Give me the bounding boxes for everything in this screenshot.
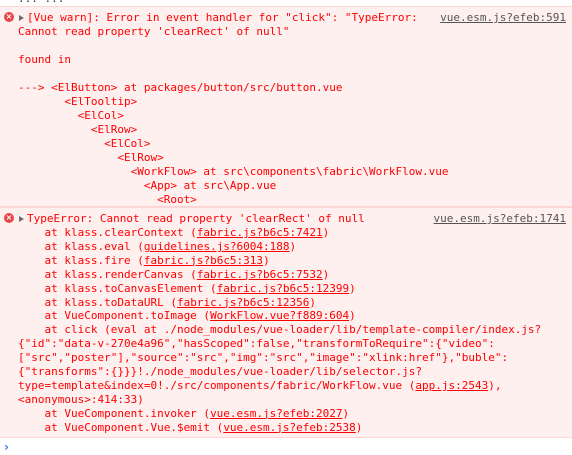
stack-frame-suffix: ) bbox=[349, 281, 356, 295]
stack-frame: ["src","poster"],"source":"src","img":"s… bbox=[18, 351, 508, 364]
stack-frame-text: ["src","poster"],"source":"src","img":"s… bbox=[18, 351, 509, 365]
console-message-type-error[interactable]: × TypeError: Cannot read property 'clear… bbox=[0, 207, 572, 438]
stack-frame: at klass.eval (guidelines.js?6004:188) bbox=[18, 240, 296, 253]
stack-frame-suffix: ) bbox=[289, 239, 297, 253]
prompt-chevron-icon: › bbox=[4, 440, 9, 454]
stack-frame-suffix: ) bbox=[322, 226, 330, 239]
stack-frame: at klass.fire (fabric.js?b6c5:313) bbox=[18, 253, 270, 267]
stack-frame: at klass.toCanvasElement (fabric.js?b6c5… bbox=[18, 281, 356, 295]
stack-frame: at klass.clearContext (fabric.js?b6c5:74… bbox=[18, 226, 329, 239]
warn-line: <WorkFlow> at src\components\fabric\Work… bbox=[18, 165, 449, 178]
stack-frame-text: at klass.fire ( bbox=[18, 253, 144, 267]
stack-frame-suffix: ) bbox=[342, 406, 350, 420]
expand-triangle-icon[interactable] bbox=[19, 216, 24, 222]
stack-frame: type=template&index=0!./src/components/f… bbox=[18, 379, 501, 392]
stack-frame-suffix: ) bbox=[349, 309, 356, 323]
stack-frame-text: {"id":"data-v-270e4a96","hasScoped":fals… bbox=[18, 337, 495, 351]
stack-frame-text: at klass.toDataURL ( bbox=[18, 295, 177, 309]
stack-frame-link[interactable]: vue.esm.js?efeb:2538 bbox=[223, 421, 355, 434]
stack-frame-link[interactable]: guidelines.js?6004:188 bbox=[144, 240, 290, 253]
warn-line: <Root> bbox=[18, 193, 197, 206]
warn-line: <ElTooltip> bbox=[18, 95, 138, 108]
stack-frame-link[interactable]: fabric.js?b6c5:7532 bbox=[197, 268, 323, 281]
source-link[interactable]: vue.esm.js?efeb:1741 bbox=[434, 212, 566, 225]
stack-frame-text: at VueComponent.Vue.$emit ( bbox=[18, 420, 224, 434]
warn-line: [Vue warn]: Error in event handler for "… bbox=[27, 11, 418, 24]
stack-frame-link[interactable]: fabric.js?b6c5:313 bbox=[144, 254, 263, 267]
warn-line: found in bbox=[18, 53, 71, 66]
stack-frame: at klass.toDataURL (fabric.js?b6c5:12356… bbox=[18, 296, 316, 309]
stack-frame-suffix: ) bbox=[322, 267, 330, 281]
stack-frame-link[interactable]: app.js:2543 bbox=[415, 379, 488, 392]
stack-frame-suffix: ) bbox=[355, 420, 363, 434]
console-prompt[interactable]: › bbox=[0, 438, 572, 455]
stack-frame: at VueComponent.Vue.$emit (vue.esm.js?ef… bbox=[18, 421, 362, 434]
stack-frame-suffix: ), bbox=[488, 378, 502, 392]
stack-frame: at klass.renderCanvas (fabric.js?b6c5:75… bbox=[18, 268, 329, 281]
error-header: TypeError: Cannot read property 'clearRe… bbox=[27, 212, 365, 225]
warn-line: Cannot read property 'clearRect' of null… bbox=[18, 25, 290, 38]
warn-line: <ElRow> bbox=[18, 151, 164, 164]
warn-line: <ElCol> bbox=[18, 137, 151, 150]
source-link[interactable]: vue.esm.js?efeb:591 bbox=[440, 11, 566, 24]
stack-frame-text: {"transforms":{}}}!./node_modules/vue-lo… bbox=[18, 365, 422, 378]
stack-frame-text: at klass.renderCanvas ( bbox=[18, 267, 197, 281]
stack-frame: at VueComponent.invoker (vue.esm.js?efeb… bbox=[18, 407, 349, 420]
stack-frame: {"transforms":{}}}!./node_modules/vue-lo… bbox=[18, 365, 422, 378]
stack-frame-link[interactable]: fabric.js?b6c5:12356 bbox=[177, 296, 309, 309]
stack-frame-text: type=template&index=0!./src/components/f… bbox=[18, 378, 416, 392]
error-icon: × bbox=[4, 12, 14, 22]
warn-line: <ElRow> bbox=[18, 123, 138, 136]
stack-frame: {"id":"data-v-270e4a96","hasScoped":fals… bbox=[18, 337, 495, 350]
warn-line: <App> at src\App.vue bbox=[18, 179, 277, 192]
stack-frame: at VueComponent.toImage (WorkFlow.vue?f8… bbox=[18, 309, 356, 323]
stack-frame-link[interactable]: WorkFlow.vue?f889:604 bbox=[210, 309, 349, 322]
stack-frame-link[interactable]: fabric.js?b6c5:7421 bbox=[197, 226, 323, 239]
stack-frame-text: at click (eval at ./node_modules/vue-loa… bbox=[18, 323, 542, 337]
expand-triangle-icon[interactable] bbox=[19, 15, 24, 21]
console-message-vue-warn[interactable]: × vue.esm.js?efeb:591 [Vue warn]: Error … bbox=[0, 6, 572, 207]
stack-frame-text: at VueComponent.invoker ( bbox=[18, 406, 211, 420]
stack-frame: at click (eval at ./node_modules/vue-loa… bbox=[18, 323, 541, 336]
error-icon: × bbox=[4, 213, 14, 223]
stack-frame-text: at klass.eval ( bbox=[18, 239, 144, 253]
stack-frame-link[interactable]: vue.esm.js?efeb:2027 bbox=[210, 407, 342, 420]
stack-frame-text: <anonymous>:414:33) bbox=[18, 392, 144, 406]
stack-frame-suffix: ) bbox=[309, 295, 317, 309]
stack-frame-text: at VueComponent.toImage ( bbox=[18, 309, 211, 323]
stack-frame-text: at klass.toCanvasElement ( bbox=[18, 281, 217, 295]
stack-frame-text: at klass.clearContext ( bbox=[18, 226, 197, 239]
stack-frame: <anonymous>:414:33) bbox=[18, 393, 144, 406]
warn-line: ---> <ElButton> at packages/button/src/b… bbox=[18, 81, 343, 94]
stack-frame-link[interactable]: fabric.js?b6c5:12399 bbox=[217, 282, 349, 295]
warn-line: <ElCol> bbox=[18, 109, 124, 122]
stack-frame-suffix: ) bbox=[263, 253, 270, 267]
previous-row-fragment: ... ... bbox=[18, 0, 64, 5]
